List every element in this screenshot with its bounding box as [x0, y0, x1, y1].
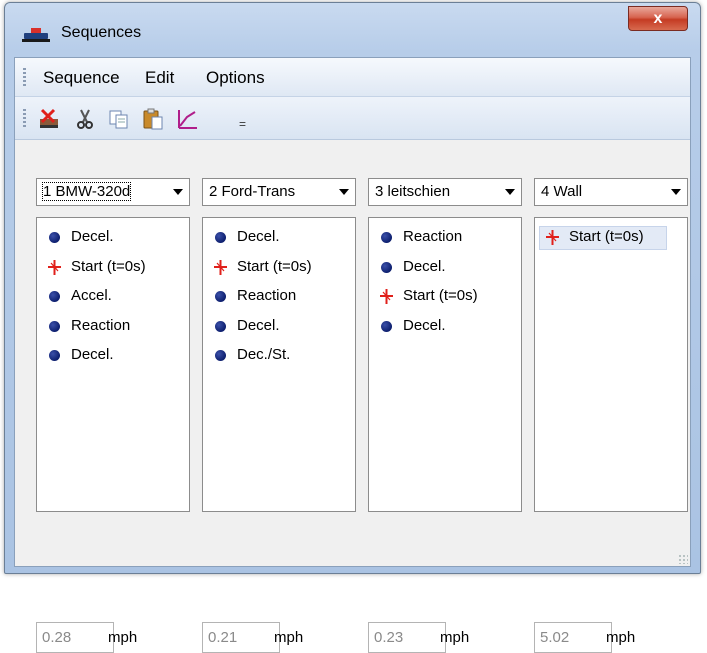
speed-field-3[interactable]: 0.23 [368, 622, 446, 653]
list-item[interactable]: Decel. [203, 315, 355, 345]
list-item-label: Decel. [237, 228, 280, 245]
delete-button[interactable] [37, 107, 61, 131]
speed-unit-label: mph [606, 629, 636, 646]
close-icon: x [653, 9, 663, 27]
title-bar[interactable]: Sequences x [5, 3, 700, 57]
vehicle-select-value: 2 Ford-Trans [209, 183, 296, 200]
list-item-label: Reaction [71, 316, 131, 334]
start-marker-icon [214, 259, 227, 275]
app-icon [22, 28, 50, 42]
vehicle-select-2[interactable]: 2 Ford-Trans [202, 178, 356, 206]
menu-bar: Sequence Edit Options [15, 58, 690, 97]
copy-button[interactable] [107, 107, 131, 131]
phase-dot-icon [381, 232, 392, 243]
list-item[interactable]: Decel. [369, 256, 521, 286]
list-item[interactable]: Decel. [203, 226, 355, 256]
list-item[interactable]: Decel. [369, 315, 521, 345]
menu-sequence[interactable]: Sequence [43, 68, 120, 88]
list-item[interactable]: Reaction [203, 285, 355, 315]
scissors-icon [77, 109, 93, 129]
list-item[interactable]: Reaction [37, 315, 189, 345]
list-item-label: Start (t=0s) [237, 257, 312, 275]
paste-icon [143, 108, 163, 130]
close-button[interactable]: x [628, 6, 688, 31]
phase-dot-icon [49, 232, 60, 243]
chevron-down-icon[interactable] [173, 189, 183, 195]
sequences-window: Sequences x Sequence Edit Options = 1 BM… [4, 2, 701, 653]
phase-dot-icon [381, 320, 392, 332]
list-item-label: Decel. [237, 316, 280, 334]
list-item-label: Start (t=0s) [71, 257, 146, 275]
start-marker-icon [546, 230, 559, 245]
speed-unit-label: mph [274, 629, 304, 646]
list-item-label: Decel. [403, 316, 446, 334]
list-item[interactable]: Decel. [37, 226, 189, 256]
window-title: Sequences [61, 24, 142, 41]
list-item[interactable]: Accel. [37, 285, 189, 315]
vehicle-select-4[interactable]: 4 Wall [534, 178, 688, 206]
resize-grip-icon[interactable] [678, 554, 688, 564]
toolbar-grip-icon[interactable] [23, 109, 26, 129]
list-item-label: Accel. [71, 287, 112, 304]
delete-icon [40, 108, 58, 128]
vehicle-select-1[interactable]: 1 BMW-320d [36, 178, 190, 206]
toolbar: = [15, 97, 690, 140]
vehicle-select-3[interactable]: 3 leitschien [368, 178, 522, 206]
list-item-label: Start (t=0s) [403, 287, 478, 304]
sequence-list-4[interactable]: Start (t=0s) [534, 217, 688, 512]
phase-dot-icon [49, 350, 60, 361]
chevron-down-icon[interactable] [505, 189, 515, 195]
list-item-label: Decel. [71, 346, 114, 363]
start-marker-icon [48, 259, 61, 275]
menu-options[interactable]: Options [206, 68, 265, 88]
speed-unit-label: mph [440, 629, 470, 646]
cut-button[interactable] [73, 107, 97, 131]
list-item-label: Dec./St. [237, 346, 291, 363]
sequence-list-3[interactable]: Reaction Decel. Start (t=0s) Decel. [368, 217, 522, 512]
chart-icon [178, 110, 197, 129]
list-item-label: Reaction [237, 287, 297, 304]
menu-edit[interactable]: Edit [145, 68, 174, 88]
start-marker-icon [380, 289, 393, 304]
list-item-label: Decel. [403, 257, 446, 275]
diagram-button[interactable] [175, 107, 199, 131]
speed-field-1[interactable]: 0.28 [36, 622, 114, 653]
list-item[interactable]: Start (t=0s) [203, 256, 355, 286]
copy-icon [109, 110, 128, 129]
phase-dot-icon [49, 291, 60, 302]
speed-field-4[interactable]: 5.02 [534, 622, 612, 653]
phase-dot-icon [49, 320, 60, 332]
phase-dot-icon [381, 261, 392, 273]
list-item-label: Start (t=0s) [569, 228, 644, 245]
list-item[interactable]: Reaction [369, 226, 521, 256]
sequence-panels: 1 BMW-320d Decel. Start (t=0s) Accel. Reacti… [15, 140, 690, 653]
speed-unit-label: mph [108, 629, 138, 646]
phase-dot-icon [215, 350, 226, 361]
toolbar-overflow-button[interactable]: = [239, 117, 246, 131]
phase-dot-icon [215, 291, 226, 302]
list-item[interactable]: Start (t=0s) [369, 285, 521, 315]
list-item-label: Decel. [71, 228, 114, 245]
menu-grip-icon[interactable] [23, 68, 26, 88]
vehicle-select-value: 4 Wall [541, 183, 583, 200]
list-item[interactable]: Dec./St. [203, 344, 355, 374]
chevron-down-icon[interactable] [339, 189, 349, 195]
phase-dot-icon [215, 232, 226, 243]
list-item[interactable]: Start (t=0s) [37, 256, 189, 286]
list-item-label: Reaction [403, 228, 463, 245]
phase-dot-icon [215, 320, 226, 332]
paste-button[interactable] [141, 107, 165, 131]
vehicle-select-value: 3 leitschien [375, 183, 451, 200]
list-item[interactable]: Decel. [37, 344, 189, 374]
list-item[interactable]: Start (t=0s) [535, 226, 687, 256]
speed-field-2[interactable]: 0.21 [202, 622, 280, 653]
client-area: Sequence Edit Options = 1 BMW-320d Decel… [14, 57, 691, 653]
sequence-list-2[interactable]: Decel. Start (t=0s) Reaction Decel. Dec./St. [202, 217, 356, 512]
vehicle-select-value: 1 BMW-320d [41, 182, 132, 201]
chevron-down-icon[interactable] [671, 189, 681, 195]
sequence-list-1[interactable]: Decel. Start (t=0s) Accel. Reaction Decel. [36, 217, 190, 512]
